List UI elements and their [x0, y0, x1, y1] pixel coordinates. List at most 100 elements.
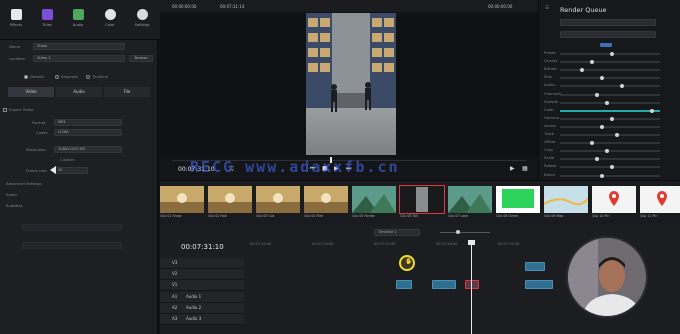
track-header[interactable]: V2	[160, 269, 244, 280]
ruler-tick-label: 00:07:10:00	[250, 242, 272, 246]
slider-knob[interactable]	[610, 52, 614, 56]
timeline-clip[interactable]	[525, 280, 553, 289]
tab-file[interactable]: File	[104, 87, 150, 97]
color-button[interactable]: Color	[95, 4, 125, 38]
track-header[interactable]: A2 Audio 2	[160, 303, 244, 314]
tab-audio[interactable]: Audio	[56, 87, 102, 97]
track-id: V1	[172, 282, 178, 287]
settings-button[interactable]: Settings	[127, 4, 157, 38]
export-video-checkbox[interactable]: Export Video	[3, 107, 33, 112]
media-thumbnail-label: Clip 09 Map	[544, 214, 564, 218]
location-field[interactable]: Video 1	[33, 55, 125, 62]
media-thumbnail[interactable]	[208, 186, 252, 213]
slider-knob[interactable]	[600, 173, 604, 178]
render-setting-slider[interactable]	[560, 84, 660, 89]
render-setting-slider[interactable]	[560, 173, 660, 178]
name-field[interactable]: Video	[33, 43, 125, 50]
audio-section-toggle[interactable]: Audio	[6, 192, 17, 197]
option-default[interactable]: Default	[24, 74, 44, 79]
effects-button[interactable]: Effects	[1, 4, 31, 38]
render-setting-label: Gamma	[544, 114, 559, 120]
render-setting-slider[interactable]	[560, 100, 660, 105]
timeline-zoom-knob[interactable]	[456, 230, 460, 234]
render-preset-field[interactable]	[560, 19, 656, 26]
render-setting-label: Offset	[544, 139, 556, 145]
timeline-select[interactable]: Timeline 1	[374, 229, 420, 236]
playhead-timecode: 00:07:31:10	[178, 166, 215, 173]
viewer-mid-timecode: 00:07:31:14	[220, 4, 245, 9]
media-thumbnail[interactable]	[496, 186, 540, 213]
subtitles-section-toggle[interactable]: Subtitles	[6, 203, 23, 208]
skip-back-icon[interactable]: ⏮	[310, 165, 315, 173]
render-setting-slider[interactable]	[560, 141, 660, 146]
tab-video[interactable]: Video	[8, 87, 54, 97]
viewer-scrubber[interactable]	[172, 160, 526, 161]
play-preview-icon[interactable]: ▶	[510, 165, 515, 172]
slider-knob[interactable]	[595, 92, 599, 97]
render-setting-slider[interactable]	[560, 68, 660, 73]
render-setting-slider[interactable]	[560, 133, 660, 137]
stop-icon[interactable]: ■	[322, 165, 328, 172]
render-setting-label: Size	[544, 74, 552, 80]
render-setting-slider[interactable]	[560, 165, 660, 170]
render-setting-slider[interactable]	[560, 149, 660, 154]
volume-icon[interactable]: ♫	[229, 165, 234, 172]
media-thumbnail[interactable]	[160, 186, 204, 213]
viewer-playhead[interactable]	[330, 157, 332, 163]
resolution-select[interactable]: 1080x1920 HD	[54, 146, 122, 153]
disabled-field-1	[22, 224, 122, 231]
timeline-clip[interactable]	[525, 262, 545, 271]
render-panel-title: Render Queue	[560, 6, 607, 14]
slider-knob[interactable]	[615, 133, 619, 137]
slider-knob[interactable]	[650, 108, 654, 113]
slider-knob[interactable]	[610, 116, 614, 121]
timeline-clip[interactable]	[432, 280, 456, 289]
render-setting-label: Levels	[544, 122, 557, 128]
timeline-playhead[interactable]	[471, 240, 472, 334]
panel-menu-icon[interactable]: ☰	[545, 6, 549, 11]
render-setting-slider[interactable]	[560, 124, 660, 129]
render-setting-slider[interactable]	[560, 108, 660, 113]
timeline-zoom-slider[interactable]	[440, 232, 490, 233]
render-setting-label: Sample	[544, 98, 559, 104]
render-setting-slider[interactable]	[560, 60, 660, 65]
advanced-settings-toggle[interactable]: Advanced Settings	[6, 181, 42, 186]
render-quality-field[interactable]	[560, 31, 656, 38]
audio-button[interactable]: Audio	[63, 4, 93, 38]
option-separate[interactable]: Separate	[55, 74, 78, 79]
media-thumbnail[interactable]	[640, 186, 680, 213]
track-header[interactable]: A1 Audio 1	[160, 292, 244, 303]
track-header[interactable]: A3 Audio 3	[160, 314, 244, 325]
media-thumbnail[interactable]	[304, 186, 348, 213]
track-header[interactable]: V3	[160, 258, 244, 269]
render-setting-slider[interactable]	[560, 157, 660, 162]
format-select[interactable]: MP4	[54, 119, 122, 126]
fullscreen-icon[interactable]: ▦	[522, 165, 528, 172]
media-thumbnail[interactable]	[544, 186, 588, 213]
skip-forward-icon[interactable]: ⏭	[346, 165, 351, 173]
codec-select[interactable]: H.264	[54, 129, 122, 136]
track-header[interactable]: V1	[160, 280, 244, 291]
slider-knob[interactable]	[600, 124, 604, 129]
titles-icon	[41, 9, 53, 20]
render-setting-slider[interactable]	[560, 116, 660, 121]
browse-button[interactable]: Browse	[129, 55, 153, 62]
timeline-playhead-handle[interactable]	[468, 240, 475, 245]
option-timeline[interactable]: Timeline	[86, 74, 108, 79]
play-icon[interactable]: ▶	[334, 165, 339, 172]
media-thumbnail[interactable]	[448, 186, 492, 213]
render-setting-slider[interactable]	[560, 92, 660, 97]
radio-icon	[86, 75, 90, 79]
timeline-clip[interactable]	[396, 280, 412, 289]
timeline-clip-selected[interactable]	[465, 280, 479, 289]
framerate-select[interactable]: 30	[54, 167, 88, 174]
render-setting-slider[interactable]	[560, 76, 660, 81]
titles-button[interactable]: Titles	[32, 4, 62, 38]
media-thumbnail[interactable]	[399, 185, 445, 214]
render-setting-slider[interactable]	[560, 52, 660, 56]
media-thumbnail[interactable]	[256, 186, 300, 213]
slider-knob[interactable]	[605, 100, 609, 105]
track-name: Audio 3	[186, 316, 202, 321]
media-thumbnail[interactable]	[592, 186, 636, 213]
media-thumbnail[interactable]	[352, 186, 396, 213]
